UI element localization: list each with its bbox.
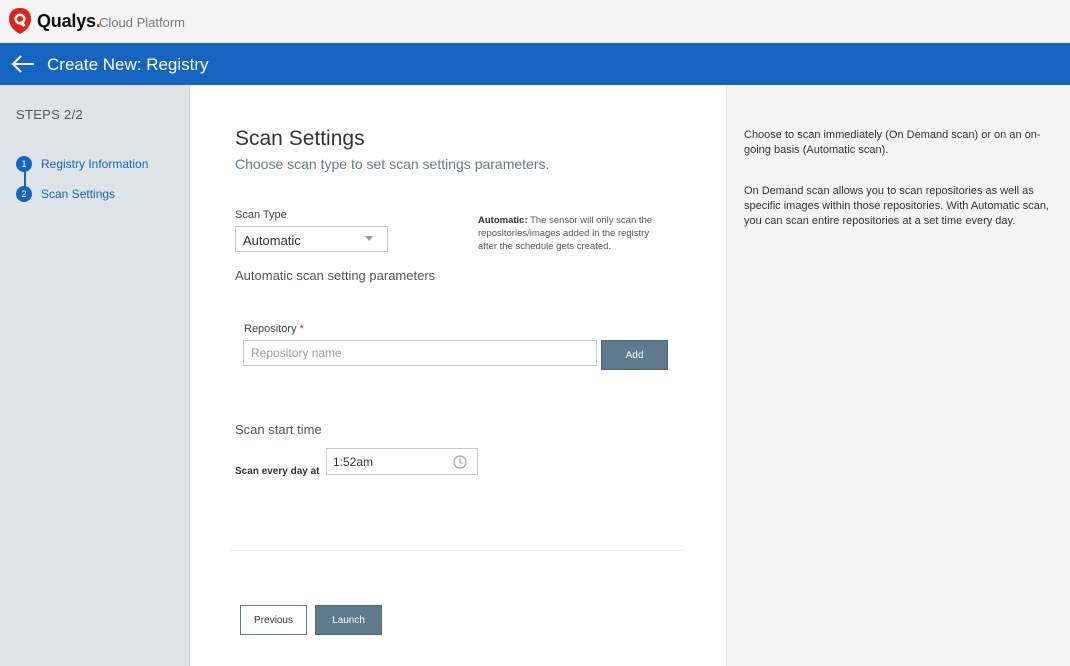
scan-type-label: Scan Type (235, 209, 287, 221)
step-label: Scan Settings (41, 187, 116, 201)
step-label: Registry Information (41, 157, 149, 171)
brand-name: Qualys. (37, 11, 101, 31)
steps-sidebar: STEPS 2/2 1 Registry Information 2 Scan … (0, 85, 190, 666)
add-repository-button[interactable]: Add (601, 340, 668, 370)
automatic-note-lead: Automatic: (478, 215, 528, 226)
required-mark: * (299, 323, 304, 335)
step-registry-information[interactable]: 1 Registry Information (16, 156, 148, 172)
scan-time-picker[interactable]: 1:52am (326, 448, 478, 475)
clock-icon (453, 455, 467, 469)
qualys-shield-icon[interactable] (8, 7, 32, 35)
page-title: Create New: Registry (47, 55, 209, 74)
scan-type-select[interactable]: Automatic (235, 226, 388, 252)
automatic-note: Automatic: The sensor will only scan the… (478, 214, 663, 253)
arrow-left-icon[interactable] (10, 52, 36, 76)
chevron-down-icon (365, 236, 373, 241)
footer-divider (230, 550, 684, 551)
repository-input[interactable] (243, 340, 597, 366)
help-text-scan-timing: Choose to scan immediately (On Demand sc… (744, 129, 1041, 156)
page-header: Create New: Registry (0, 43, 1070, 85)
help-text-scan-types: On Demand scan allows you to scan reposi… (744, 185, 1050, 227)
help-panel: Choose to scan immediately (On Demand sc… (726, 85, 1070, 666)
step-number: 1 (16, 156, 32, 172)
steps-counter: STEPS 2/2 (16, 107, 84, 122)
step-scan-settings[interactable]: 2 Scan Settings (16, 186, 115, 202)
top-bar: Qualys. Cloud Platform (0, 0, 1070, 43)
form-title: Scan Settings (235, 127, 365, 150)
form-subtitle: Choose scan type to set scan settings pa… (235, 156, 550, 172)
scan-every-day-label: Scan every day at (235, 466, 320, 477)
step-number: 2 (16, 186, 32, 202)
scan-settings-form: Scan Settings Choose scan type to set sc… (190, 85, 726, 666)
repository-label: Repository * (244, 323, 304, 335)
automatic-params-heading: Automatic scan setting parameters (235, 268, 436, 283)
product-name: Cloud Platform (99, 15, 185, 30)
scan-type-value: Automatic (243, 233, 301, 248)
launch-button[interactable]: Launch (315, 605, 382, 635)
scan-start-time-heading: Scan start time (235, 422, 322, 437)
previous-button[interactable]: Previous (240, 605, 307, 635)
scan-time-value: 1:52am (333, 455, 374, 469)
